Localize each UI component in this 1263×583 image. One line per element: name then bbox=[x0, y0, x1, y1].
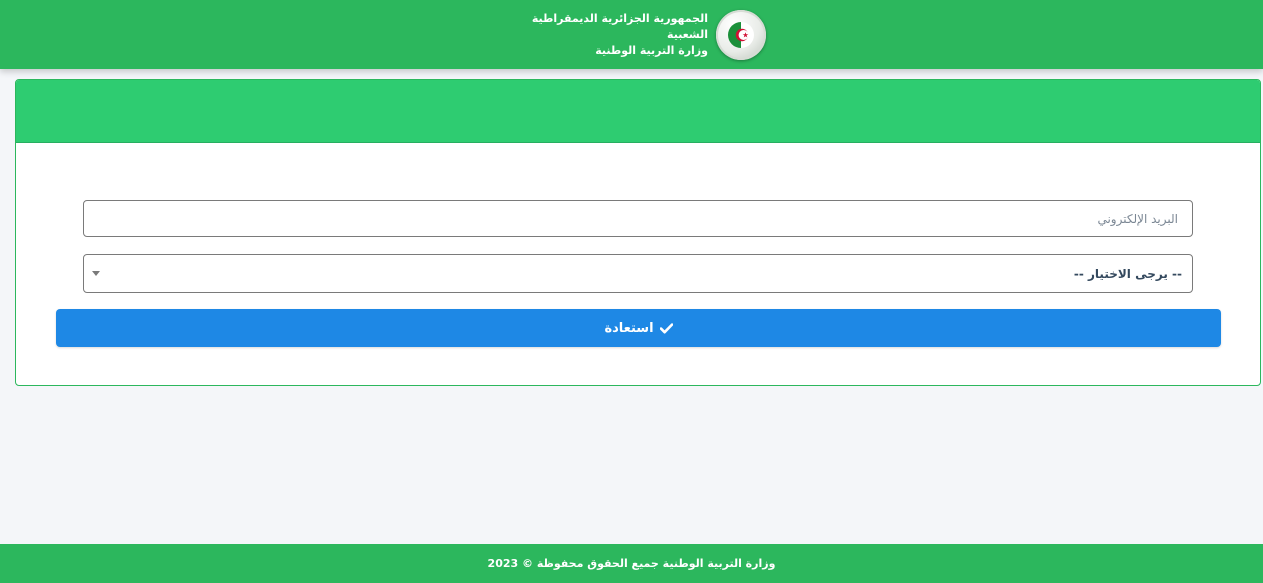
page-footer: وزارة التربية الوطنية جميع الحقوق محفوظة… bbox=[0, 544, 1263, 583]
check-icon bbox=[659, 322, 673, 334]
ministry-title: الجمهورية الجزائرية الديمقراطية الشعبية … bbox=[500, 11, 708, 59]
restore-button-label: استعادة bbox=[604, 320, 654, 336]
caret-down-icon bbox=[92, 271, 100, 276]
role-select[interactable]: -- يرجى الاختيار -- bbox=[83, 254, 1193, 293]
copyright-text: وزارة التربية الوطنية جميع الحقوق محفوظة… bbox=[487, 557, 776, 570]
top-header-bar: الجمهورية الجزائرية الديمقراطية الشعبية … bbox=[0, 0, 1263, 69]
algeria-flag-emblem-icon bbox=[716, 10, 766, 60]
restore-button[interactable]: استعادة bbox=[56, 309, 1221, 347]
brand-block: الجمهورية الجزائرية الديمقراطية الشعبية … bbox=[500, 9, 766, 61]
recovery-card: -- يرجى الاختيار -- استعادة bbox=[15, 79, 1261, 386]
card-header bbox=[16, 80, 1260, 143]
ministry-name: وزارة التربية الوطنية bbox=[595, 44, 708, 57]
select-value: -- يرجى الاختيار -- bbox=[1073, 266, 1182, 281]
email-input[interactable] bbox=[83, 200, 1193, 237]
republic-name: الجمهورية الجزائرية الديمقراطية الشعبية bbox=[531, 12, 708, 41]
